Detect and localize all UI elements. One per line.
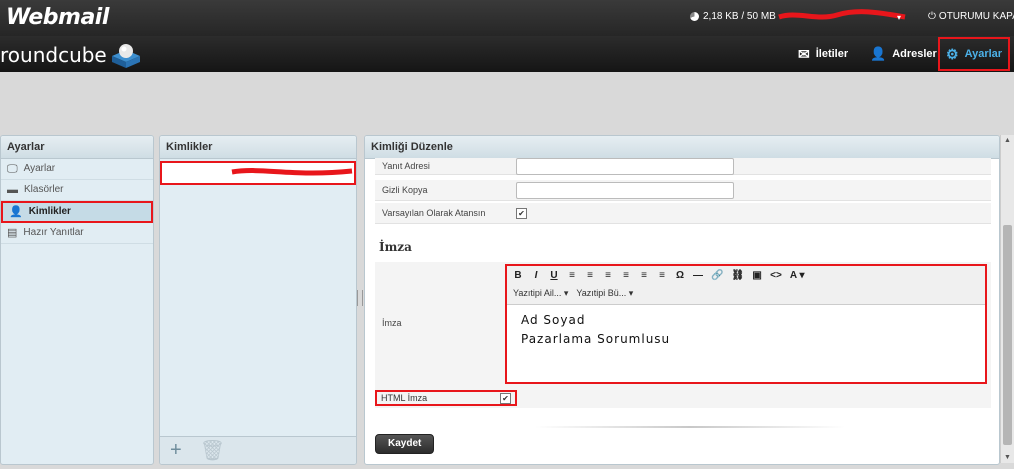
bcc-label: Gizli Kopya: [382, 185, 428, 195]
reply-to-label: Yanıt Adresi: [382, 161, 430, 171]
signature-row: İmza B I U ≡ ≡ ≡ ≡ ≡ ≡ Ω — 🔗 ⛓ ▣ <> A ▾ Yazıtipi Ail...…: [375, 262, 991, 389]
nav-contacts-label: Adresler: [892, 48, 937, 60]
scroll-down-icon[interactable]: ▼: [1004, 454, 1011, 461]
sidebar-item-responses[interactable]: ▤ Hazır Yanıtlar: [1, 223, 153, 244]
person-icon: 👤: [870, 46, 887, 61]
redacted-identity: [231, 168, 353, 176]
roundcube-logo: roundcube: [0, 42, 141, 68]
trash-icon[interactable]: 🗑: [200, 438, 225, 463]
add-identity-button[interactable]: +: [170, 439, 182, 462]
reply-to-input[interactable]: [516, 157, 734, 175]
form-divider: [535, 426, 845, 428]
bcc-row: Gizli Kopya: [375, 180, 991, 201]
signature-section-title: İmza: [379, 240, 412, 254]
nav-settings-label: Ayarlar: [964, 48, 1003, 60]
nav-settings[interactable]: ⚙ Ayarlar: [938, 37, 1011, 71]
nav-messages-label: İletiler: [815, 48, 849, 60]
person-icon: 👤: [9, 206, 23, 218]
outdent-icon[interactable]: ≡: [639, 270, 649, 281]
sidebar-title: Ayarlar: [1, 136, 153, 159]
brand-logo: Webmail: [6, 5, 109, 30]
sidebar-item-label: Hazır Yanıtlar: [23, 227, 84, 238]
app-header: roundcube ✉ İletiler 👤 Adresler ⚙ Ayarla…: [0, 36, 1014, 72]
source-code-icon[interactable]: <>: [770, 270, 782, 281]
align-center-icon[interactable]: ≡: [585, 270, 595, 281]
font-family-dropdown[interactable]: Yazıtipi Ail... ▾: [513, 288, 568, 299]
signature-line: Pazarlama Sorumlusu: [521, 332, 671, 346]
scrollbar[interactable]: ▲ ▼: [1000, 135, 1014, 463]
logout-button[interactable]: ⏻ OTURUMU KAPAT: [928, 11, 1014, 22]
justify-icon[interactable]: ≡: [621, 270, 631, 281]
font-size-value: Yazıtipi Bü...: [576, 288, 627, 298]
edit-identity-panel: Kimliği Düzenle Yanıt Adresi Gizli Kopya…: [364, 135, 1000, 465]
image-icon[interactable]: ▣: [752, 270, 762, 281]
top-bar: Webmail 2,18 KB / 50 MB ▾ ⏻ OTURUMU KAPA…: [0, 0, 1014, 36]
svg-text:▾: ▾: [897, 13, 901, 22]
editor-toolbar: B I U ≡ ≡ ≡ ≡ ≡ ≡ Ω — 🔗 ⛓ ▣ <> A ▾ Yazıtipi Ail... ▾ Ya…: [507, 266, 985, 305]
scroll-thumb[interactable]: [1003, 225, 1012, 445]
scroll-up-icon[interactable]: ▲: [1004, 137, 1011, 144]
quota-indicator: 2,18 KB / 50 MB: [690, 11, 776, 22]
sidebar-item-label: Ayarlar: [23, 163, 56, 174]
html-signature-box: HTML İmza ✔: [375, 390, 517, 406]
signature-content[interactable]: Ad Soyad Pazarlama Sorumlusu: [507, 305, 985, 355]
panel-splitter[interactable]: [357, 290, 363, 306]
folder-icon: ▬: [7, 184, 18, 196]
bcc-input[interactable]: [516, 181, 734, 199]
italic-icon[interactable]: I: [531, 270, 541, 281]
logo-text: roundcube: [0, 43, 107, 67]
bold-icon[interactable]: B: [513, 270, 523, 281]
align-left-icon[interactable]: ≡: [567, 270, 577, 281]
edit-identity-title: Kimliği Düzenle: [365, 136, 999, 159]
link-icon[interactable]: 🔗: [711, 270, 723, 281]
unlink-icon[interactable]: ⛓: [731, 270, 744, 281]
identities-title: Kimlikler: [160, 136, 356, 159]
document-icon: ▤: [7, 227, 18, 239]
sidebar-item-identities[interactable]: 👤 Kimlikler: [1, 201, 153, 223]
special-char-icon[interactable]: Ω: [675, 270, 685, 281]
nav-messages[interactable]: ✉ İletiler: [798, 36, 848, 72]
sidebar-item-preferences[interactable]: 🖵 Ayarlar: [1, 159, 153, 180]
cube-logo-icon: [111, 44, 140, 68]
underline-icon[interactable]: U: [549, 270, 559, 281]
signature-line: Ad Soyad: [521, 313, 586, 327]
identities-footer: + 🗑: [160, 436, 356, 464]
monitor-icon: 🖵: [7, 163, 18, 175]
settings-sidebar: Ayarlar 🖵 Ayarlar ▬ Klasörler 👤 Kimlikle…: [0, 135, 154, 465]
font-family-value: Yazıtipi Ail...: [513, 288, 562, 298]
save-button[interactable]: Kaydet: [375, 434, 435, 454]
text-color-icon[interactable]: A ▾: [790, 270, 805, 281]
align-right-icon[interactable]: ≡: [603, 270, 613, 281]
indent-icon[interactable]: ≡: [657, 270, 667, 281]
html-signature-label: HTML İmza: [381, 393, 428, 403]
gear-icon: ⚙: [946, 45, 959, 62]
horizontal-rule-icon[interactable]: —: [693, 270, 703, 281]
default-row: Varsayılan Olarak Atansın ✔: [375, 203, 991, 224]
sidebar-item-label: Kimlikler: [28, 206, 71, 217]
signature-label: İmza: [382, 318, 402, 328]
redacted-username[interactable]: ▾: [777, 8, 907, 24]
identity-list-item[interactable]: [160, 161, 356, 185]
logout-label: OTURUMU KAPAT: [938, 11, 1014, 22]
signature-editor: B I U ≡ ≡ ≡ ≡ ≡ ≡ Ω — 🔗 ⛓ ▣ <> A ▾ Yazıtipi Ail... ▾ Ya…: [505, 264, 987, 384]
sidebar-item-label: Klasörler: [24, 184, 64, 195]
default-checkbox[interactable]: ✔: [516, 207, 527, 219]
html-signature-row: HTML İmza ✔: [375, 388, 991, 408]
logout-icon: ⏻: [928, 11, 936, 22]
identities-list-panel: Kimlikler + 🗑: [159, 135, 357, 465]
envelope-icon: ✉: [798, 45, 810, 62]
quota-text: 2,18 KB / 50 MB: [703, 11, 776, 22]
sidebar-item-folders[interactable]: ▬ Klasörler: [1, 180, 153, 201]
pie-chart-icon: [690, 12, 699, 21]
default-label: Varsayılan Olarak Atansın: [382, 208, 486, 218]
font-size-dropdown[interactable]: Yazıtipi Bü... ▾: [576, 288, 633, 299]
nav-contacts[interactable]: 👤 Adresler: [870, 36, 937, 72]
html-signature-checkbox[interactable]: ✔: [500, 392, 511, 404]
reply-to-row: Yanıt Adresi: [375, 157, 991, 175]
